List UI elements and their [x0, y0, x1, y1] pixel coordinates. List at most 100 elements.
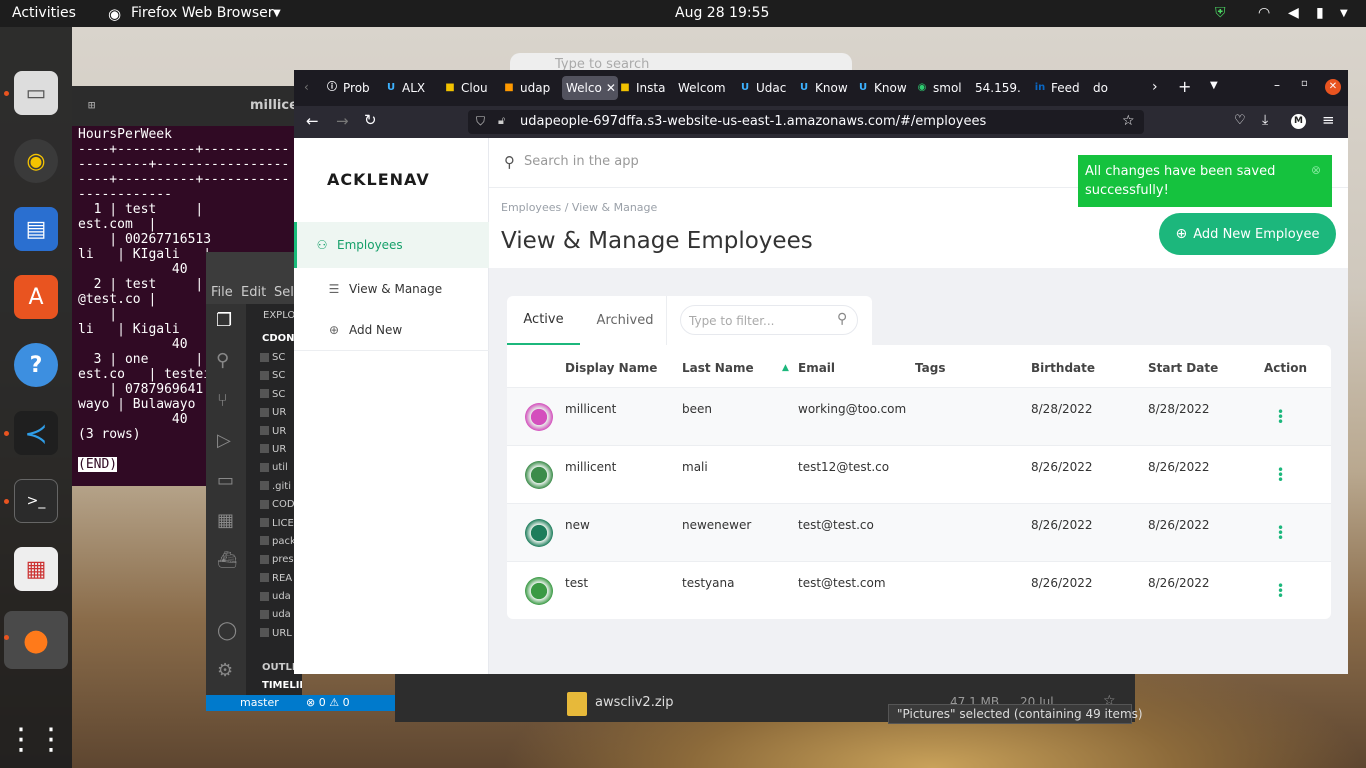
row-actions-kebab-icon[interactable]: • • • [1277, 406, 1284, 428]
help-icon[interactable]: ? [14, 343, 58, 387]
browser-tab[interactable]: in Feed [1034, 76, 1092, 100]
firefox-dock-icon[interactable]: ● [4, 611, 68, 669]
system-menu-chevron-icon[interactable]: ▼ [1340, 8, 1348, 19]
tracking-shield-icon[interactable]: ⛉ [476, 114, 485, 129]
app-menu-icon[interactable]: ≡ [1322, 111, 1335, 129]
browser-tab[interactable]: U Udac [739, 76, 797, 100]
volume-icon[interactable]: ◀ [1288, 5, 1299, 21]
tabs-scroll-left-icon[interactable]: ‹ [304, 80, 309, 94]
terminal-icon[interactable]: >_ [14, 479, 58, 523]
show-apps-icon[interactable]: ⋮⋮ [6, 717, 66, 761]
browser-tab[interactable]: 54.159. [975, 76, 1033, 100]
success-toast[interactable]: All changes have been saved successfully… [1078, 155, 1332, 207]
software-icon[interactable]: A [14, 275, 58, 319]
branch-indicator[interactable]: master [240, 696, 279, 709]
navigation-toolbar: ← → ↻ ⛉ 🔓︎ udapeople-697dffa.s3-website-… [294, 106, 1348, 138]
browser-tab[interactable]: ■ udap [503, 76, 561, 100]
extensions-icon[interactable]: ▦ [217, 510, 234, 531]
filter-input[interactable]: Type to filter... ⚲ [680, 305, 858, 335]
browser-tab[interactable]: ■ Clou [444, 76, 502, 100]
app-logo[interactable]: ACKLENAV [327, 170, 430, 189]
source-control-icon[interactable]: ⑂ [217, 390, 228, 411]
menu-file[interactable]: File [211, 285, 233, 300]
restore-icon[interactable]: ▫ [1301, 78, 1308, 89]
app-search-input[interactable]: Search in the app [524, 154, 639, 169]
close-tab-icon[interactable]: ✕ [606, 81, 616, 95]
url-text[interactable]: udapeople-697dffa.s3-website-us-east-1.a… [520, 114, 986, 129]
settings-gear-icon[interactable]: ⚙ [217, 660, 233, 681]
menu-edit[interactable]: Edit [241, 285, 266, 300]
forward-icon[interactable]: → [336, 112, 349, 130]
col-email[interactable]: Email [798, 361, 835, 375]
wifi-icon[interactable]: ◠ [1258, 5, 1270, 21]
file-name[interactable]: awscliv2.zip [595, 695, 674, 710]
browser-tab[interactable]: ◉ smol [916, 76, 974, 100]
file-tree-label: util [272, 462, 288, 474]
table-row[interactable]: millicent mali test12@test.co 8/26/2022 8/26… [507, 445, 1331, 503]
breadcrumb[interactable]: Employees / View & Manage [501, 201, 657, 214]
vscode-window[interactable]: File Edit Sele ❐ ⚲ ⑂ ▷ ▭ ▦ ⛴ ◯ ⚙ EXPLOR … [206, 252, 302, 711]
remote-explorer-icon[interactable]: ▭ [217, 470, 234, 491]
reload-icon[interactable]: ↻ [364, 111, 377, 129]
timeline-panel[interactable]: TIMELINE [262, 680, 302, 691]
col-display-name[interactable]: Display Name [565, 361, 657, 375]
table-row[interactable]: millicent been working@too.com 8/28/2022 8/2… [507, 387, 1331, 445]
browser-tab[interactable]: U ALX [385, 76, 443, 100]
lock-icon[interactable]: 🔓︎ [498, 114, 505, 128]
url-bar[interactable]: ⛉ 🔓︎ udapeople-697dffa.s3-website-us-eas… [468, 110, 1144, 134]
activities-button[interactable]: Activities [12, 5, 76, 21]
table-row[interactable]: new newenewer test@test.co 8/26/2022 8/26/20… [507, 503, 1331, 561]
nav-employees[interactable]: ⚇ Employees [294, 222, 489, 268]
list-tabs-icon[interactable]: ▼ [1210, 80, 1218, 91]
col-start-date[interactable]: Start Date [1148, 361, 1218, 375]
browser-tab[interactable]: U Know [857, 76, 915, 100]
col-last-name[interactable]: Last Name [682, 361, 754, 375]
table-row[interactable]: test testyana test@test.com 8/26/2022 8/26/2… [507, 561, 1331, 619]
new-tab-icon[interactable]: + [1178, 77, 1191, 96]
tab-icon-linkedin: in [1034, 82, 1046, 93]
vscode-problems-indicator[interactable]: ⊗ 0 ⚠ 0 [302, 695, 395, 711]
account-avatar-icon[interactable]: M [1291, 114, 1306, 129]
tabs-scroll-right-icon[interactable]: › [1152, 79, 1158, 95]
docker-icon[interactable]: ⛴ [217, 550, 237, 569]
row-actions-kebab-icon[interactable]: • • • [1277, 464, 1284, 486]
minimize-icon[interactable]: – [1274, 78, 1280, 92]
browser-tab[interactable]: Welcom [678, 76, 738, 100]
tab-archived[interactable]: Archived [585, 296, 665, 345]
row-actions-kebab-icon[interactable]: • • • [1277, 522, 1284, 544]
search-icon[interactable]: ⚲ [216, 350, 229, 371]
pocket-icon[interactable]: ♡ [1234, 113, 1246, 128]
browser-tab[interactable]: ⓘ Prob [326, 76, 384, 100]
writer-icon[interactable]: ▤ [14, 207, 58, 251]
row-actions-kebab-icon[interactable]: • • • [1277, 580, 1284, 602]
clock[interactable]: Aug 28 19:55 [675, 5, 769, 21]
battery-icon[interactable]: ▮ [1316, 5, 1324, 21]
col-tags[interactable]: Tags [915, 361, 945, 375]
browser-tab[interactable]: ■ Insta [619, 76, 677, 100]
rhythmbox-icon[interactable]: ◉ [14, 139, 58, 183]
tab-active[interactable]: Active [507, 296, 580, 345]
firefox-window[interactable]: ‹ ⓘ Prob U ALX ■ Clou ■ udap Welco ✕ ■ Insta Welcom U… [294, 70, 1348, 674]
sort-asc-icon[interactable]: ▲ [782, 363, 789, 373]
nav-add-new[interactable]: ⊕ Add New [294, 307, 489, 353]
shield-icon[interactable]: ⛨ [1215, 5, 1226, 21]
back-icon[interactable]: ← [306, 112, 319, 130]
vscode-icon[interactable]: ≺ [14, 411, 58, 455]
add-new-employee-button[interactable]: ⊕ Add New Employee [1159, 213, 1336, 255]
close-window-icon[interactable]: ✕ [1325, 79, 1341, 95]
document-viewer-icon[interactable]: ▦ [14, 547, 58, 591]
col-birthdate[interactable]: Birthdate [1031, 361, 1095, 375]
browser-tab[interactable]: Welco ✕ [562, 76, 618, 100]
app-menu[interactable]: Firefox Web Browser [131, 5, 274, 21]
browser-tab[interactable]: do [1093, 76, 1151, 100]
nav-view-manage[interactable]: ☰ View & Manage [294, 266, 489, 312]
toast-close-icon[interactable]: ⊗ [1311, 161, 1321, 180]
downloads-icon[interactable]: ⤓ [1262, 112, 1268, 128]
bookmark-star-icon[interactable]: ☆ [1122, 113, 1135, 129]
explorer-icon[interactable]: ❐ [216, 310, 232, 331]
new-tab-icon[interactable]: ⊞ [88, 98, 95, 112]
account-icon[interactable]: ◯ [217, 620, 237, 641]
run-debug-icon[interactable]: ▷ [217, 430, 231, 451]
files-icon[interactable]: ▭ [14, 71, 58, 115]
browser-tab[interactable]: U Know [798, 76, 856, 100]
